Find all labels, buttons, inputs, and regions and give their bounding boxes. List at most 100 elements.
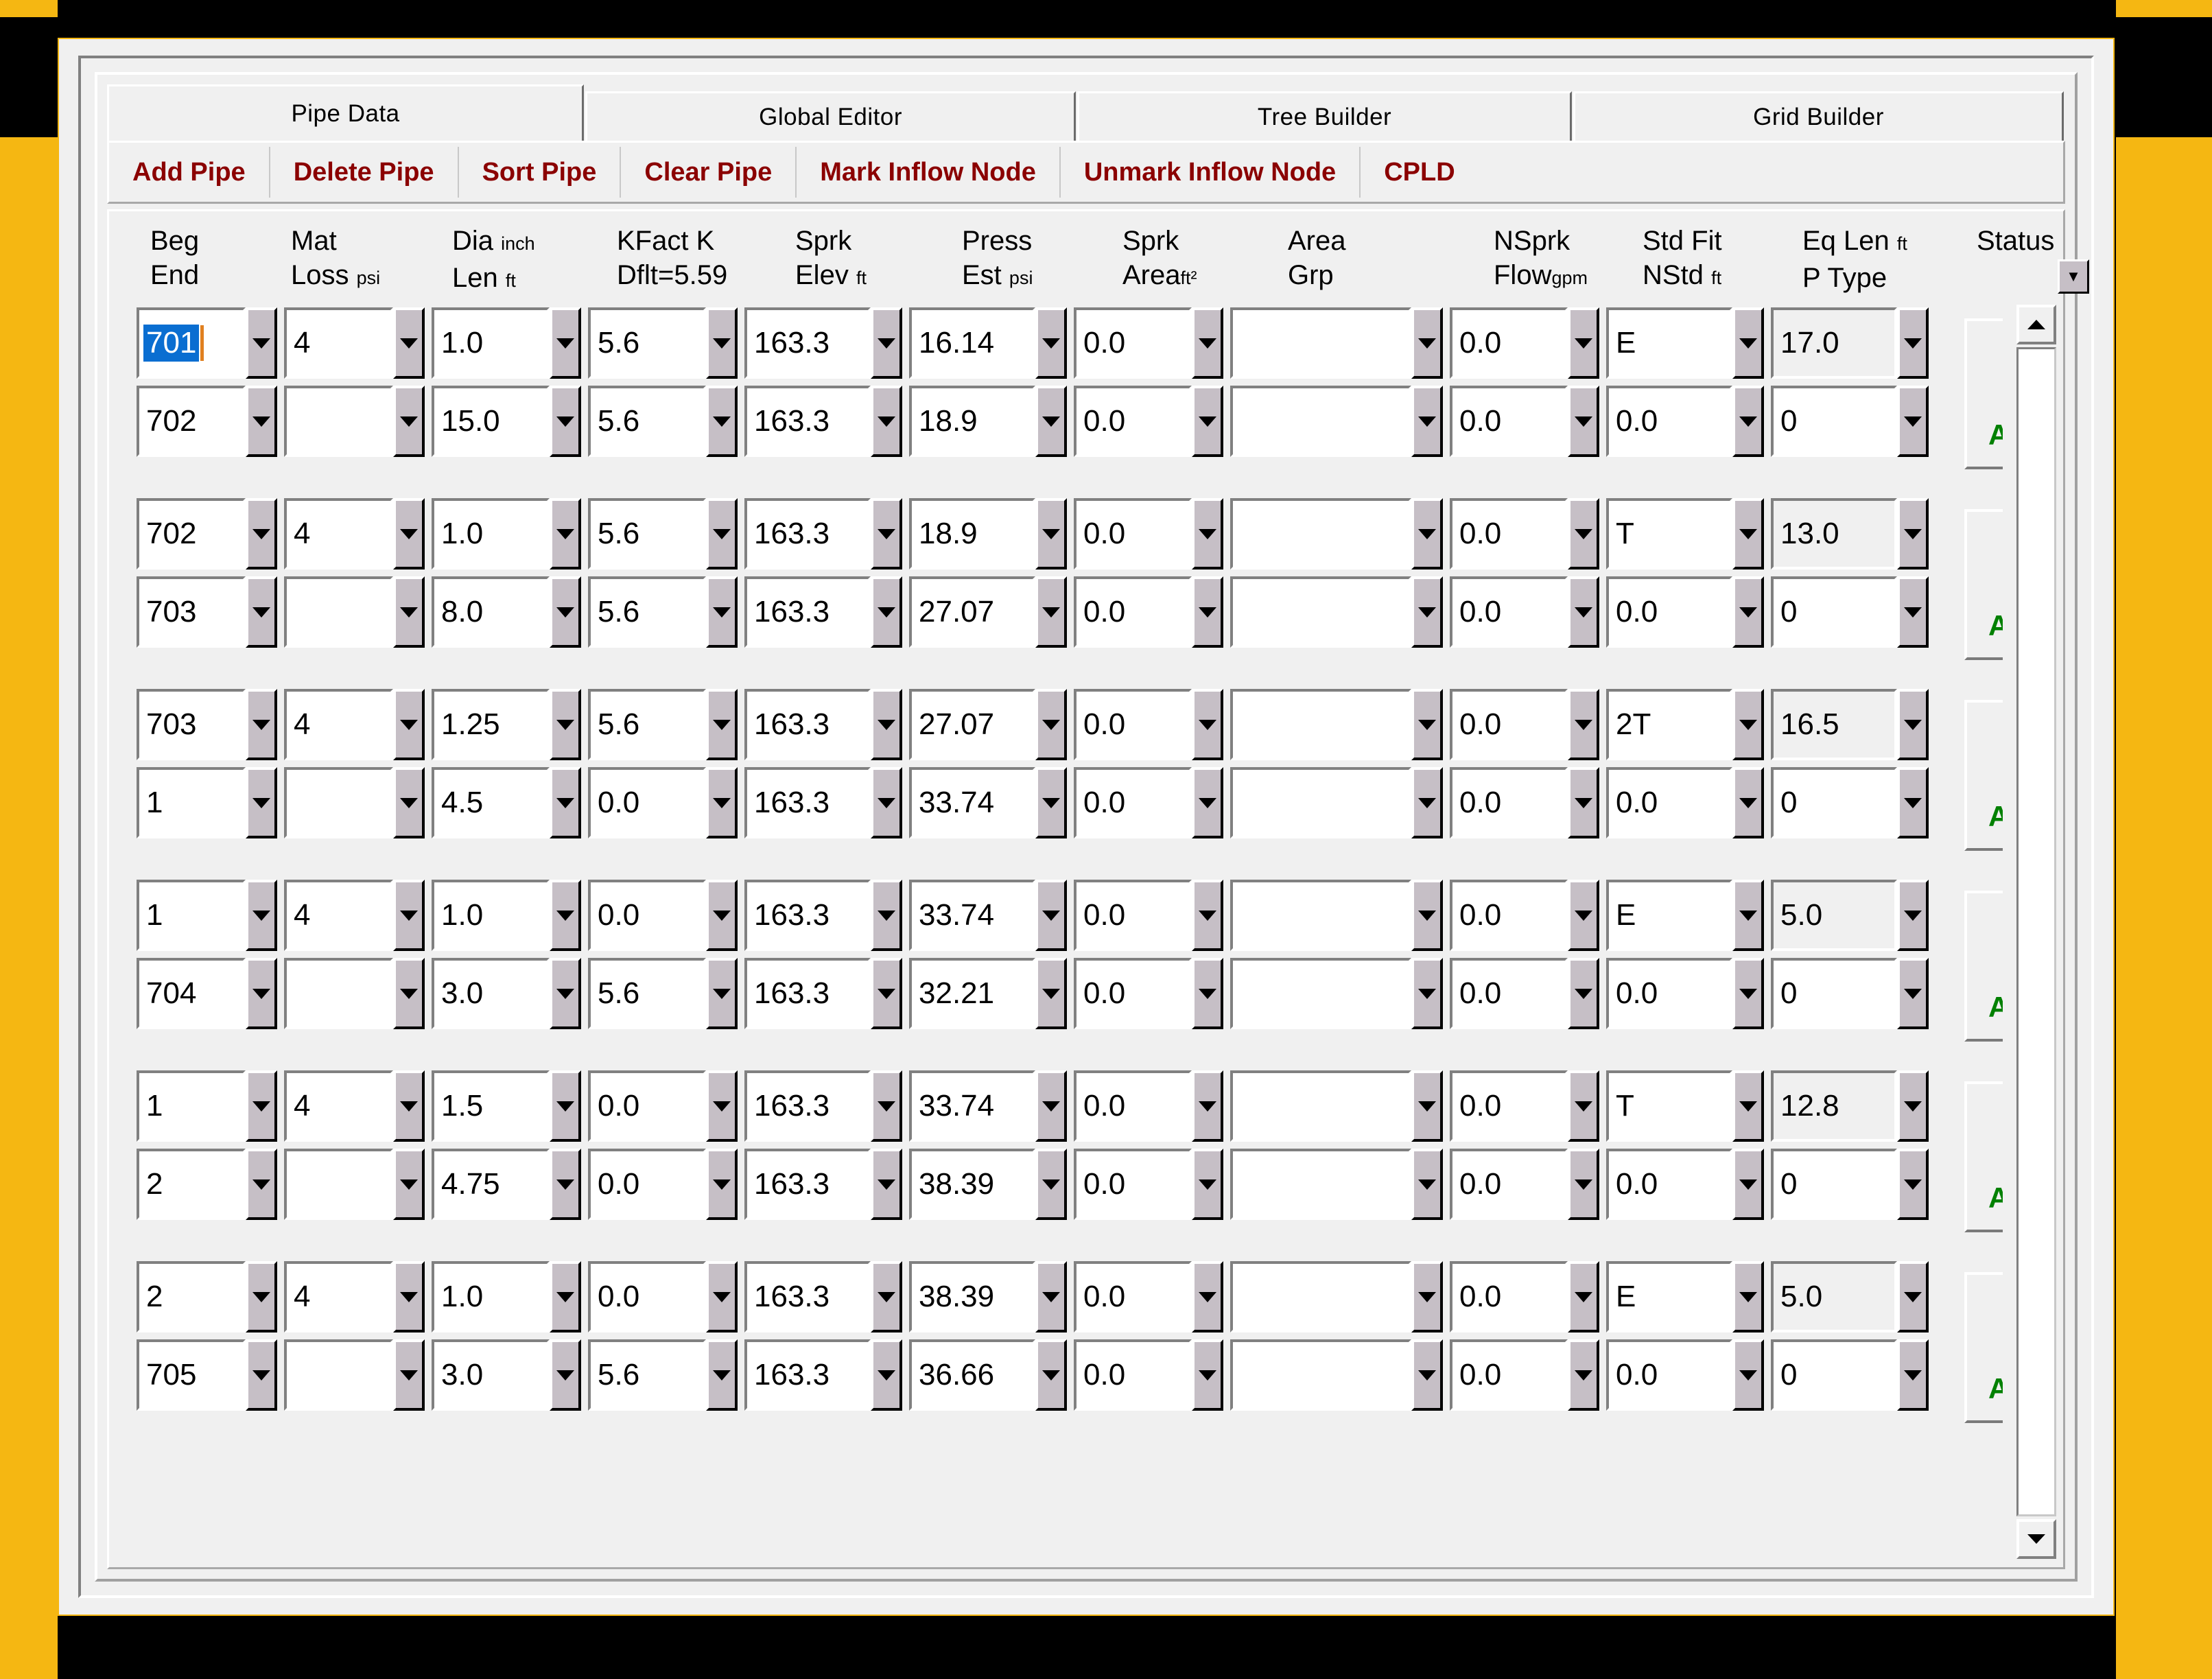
nsprk-flow-combo[interactable]: 0.0: [1450, 307, 1599, 379]
beg-node-dropdown-button[interactable]: [246, 307, 277, 379]
beg-node-combo[interactable]: 1: [137, 1070, 277, 1142]
area-grp-combo[interactable]: [1230, 498, 1443, 570]
eq-len-combo[interactable]: 0: [1771, 386, 1929, 457]
std-fit-field[interactable]: 0.0: [1606, 386, 1732, 457]
dia-len-combo[interactable]: 3.0: [432, 958, 581, 1029]
std-fit-dropdown-button[interactable]: [1732, 880, 1764, 951]
area-grp-field[interactable]: [1230, 1149, 1411, 1220]
press-est-combo[interactable]: 27.07: [909, 576, 1067, 648]
dia-len-combo[interactable]: 8.0: [432, 576, 581, 648]
eq-len-field[interactable]: 5.0: [1771, 880, 1897, 951]
nsprk-flow-combo[interactable]: 0.0: [1450, 498, 1599, 570]
std-fit-field[interactable]: T: [1606, 1070, 1732, 1142]
nsprk-flow-field[interactable]: 0.0: [1450, 1070, 1568, 1142]
sprk-elev-dropdown-button[interactable]: [871, 386, 902, 457]
kfact-field[interactable]: 0.0: [588, 1070, 706, 1142]
beg-node-combo[interactable]: 1: [137, 880, 277, 951]
mat-loss-field[interactable]: [284, 958, 393, 1029]
nsprk-flow-dropdown-button[interactable]: [1568, 307, 1599, 379]
press-est-field[interactable]: 33.74: [909, 767, 1035, 838]
press-est-dropdown-button[interactable]: [1035, 689, 1067, 760]
sprk-elev-combo[interactable]: 163.3: [744, 1070, 902, 1142]
area-grp-dropdown-button[interactable]: [1411, 1339, 1443, 1411]
nsprk-flow-combo[interactable]: 0.0: [1450, 958, 1599, 1029]
dia-len-combo[interactable]: 1.0: [432, 307, 581, 379]
kfact-field[interactable]: 5.6: [588, 307, 706, 379]
std-fit-field[interactable]: T: [1606, 498, 1732, 570]
eq-len-dropdown-button[interactable]: [1897, 1261, 1929, 1332]
kfact-field[interactable]: 5.6: [588, 689, 706, 760]
dia-len-field[interactable]: 1.0: [432, 498, 550, 570]
press-est-combo[interactable]: 33.74: [909, 1070, 1067, 1142]
area-grp-combo[interactable]: [1230, 307, 1443, 379]
dia-len-combo[interactable]: 3.0: [432, 1339, 581, 1411]
sprk-elev-combo[interactable]: 163.3: [744, 1339, 902, 1411]
dia-len-dropdown-button[interactable]: [550, 1339, 581, 1411]
sprk-elev-field[interactable]: 163.3: [744, 1070, 871, 1142]
mat-loss-field[interactable]: 4: [284, 307, 393, 379]
dia-len-combo[interactable]: 15.0: [432, 386, 581, 457]
std-fit-dropdown-button[interactable]: [1732, 386, 1764, 457]
sort-pipe-button[interactable]: Sort Pipe: [459, 147, 622, 198]
nsprk-flow-field[interactable]: 0.0: [1450, 880, 1568, 951]
area-grp-dropdown-button[interactable]: [1411, 880, 1443, 951]
std-fit-dropdown-button[interactable]: [1732, 1070, 1764, 1142]
kfact-dropdown-button[interactable]: [706, 1070, 738, 1142]
eq-len-field[interactable]: 0: [1771, 958, 1897, 1029]
eq-len-dropdown-button[interactable]: [1897, 307, 1929, 379]
sprk-area-dropdown-button[interactable]: [1192, 386, 1223, 457]
press-est-dropdown-button[interactable]: [1035, 958, 1067, 1029]
nsprk-flow-dropdown-button[interactable]: [1568, 689, 1599, 760]
press-est-combo[interactable]: 33.74: [909, 767, 1067, 838]
dia-len-combo[interactable]: 4.75: [432, 1149, 581, 1220]
kfact-combo[interactable]: 0.0: [588, 1261, 738, 1332]
sprk-elev-combo[interactable]: 163.3: [744, 767, 902, 838]
press-est-dropdown-button[interactable]: [1035, 1070, 1067, 1142]
nsprk-flow-field[interactable]: 0.0: [1450, 767, 1568, 838]
std-fit-dropdown-button[interactable]: [1732, 498, 1764, 570]
end-node-combo[interactable]: 702: [137, 386, 277, 457]
sprk-area-dropdown-button[interactable]: [1192, 498, 1223, 570]
press-est-combo[interactable]: 27.07: [909, 689, 1067, 760]
area-grp-field[interactable]: [1230, 1339, 1411, 1411]
eq-len-field[interactable]: 13.0: [1771, 498, 1897, 570]
beg-node-combo[interactable]: 701: [137, 307, 277, 379]
nsprk-flow-combo[interactable]: 0.0: [1450, 576, 1599, 648]
end-node-dropdown-button[interactable]: [246, 767, 277, 838]
mat-loss-combo[interactable]: 4: [284, 498, 425, 570]
sprk-area-combo[interactable]: 0.0: [1074, 307, 1223, 379]
kfact-combo[interactable]: 5.6: [588, 576, 738, 648]
dia-len-field[interactable]: 15.0: [432, 386, 550, 457]
mat-loss-field[interactable]: [284, 576, 393, 648]
beg-node-dropdown-button[interactable]: [246, 1070, 277, 1142]
kfact-combo[interactable]: 5.6: [588, 958, 738, 1029]
dia-len-dropdown-button[interactable]: [550, 689, 581, 760]
mat-loss-combo[interactable]: [284, 1149, 425, 1220]
sprk-elev-dropdown-button[interactable]: [871, 307, 902, 379]
press-est-field[interactable]: 27.07: [909, 689, 1035, 760]
kfact-field[interactable]: 0.0: [588, 767, 706, 838]
press-est-field[interactable]: 38.39: [909, 1149, 1035, 1220]
area-grp-combo[interactable]: [1230, 1070, 1443, 1142]
end-node-dropdown-button[interactable]: [246, 1339, 277, 1411]
eq-len-dropdown-button[interactable]: [1897, 576, 1929, 648]
beg-node-combo[interactable]: 2: [137, 1261, 277, 1332]
dia-len-dropdown-button[interactable]: [550, 958, 581, 1029]
eq-len-dropdown-button[interactable]: [1897, 880, 1929, 951]
std-fit-dropdown-button[interactable]: [1732, 307, 1764, 379]
area-grp-dropdown-button[interactable]: [1411, 1070, 1443, 1142]
sprk-elev-combo[interactable]: 163.3: [744, 1149, 902, 1220]
scrollbar-track[interactable]: [2016, 347, 2056, 1516]
end-node-combo[interactable]: 1: [137, 767, 277, 838]
mat-loss-combo[interactable]: [284, 386, 425, 457]
press-est-dropdown-button[interactable]: [1035, 1149, 1067, 1220]
area-grp-combo[interactable]: [1230, 1261, 1443, 1332]
status-filter-dropdown-button[interactable]: ▼: [2058, 259, 2089, 294]
sprk-area-field[interactable]: 0.0: [1074, 689, 1192, 760]
nsprk-flow-field[interactable]: 0.0: [1450, 386, 1568, 457]
sprk-area-field[interactable]: 0.0: [1074, 880, 1192, 951]
status-badge[interactable]: Active: [1964, 1081, 2003, 1232]
std-fit-combo[interactable]: T: [1606, 498, 1764, 570]
eq-len-combo[interactable]: 0: [1771, 1149, 1929, 1220]
kfact-dropdown-button[interactable]: [706, 689, 738, 760]
